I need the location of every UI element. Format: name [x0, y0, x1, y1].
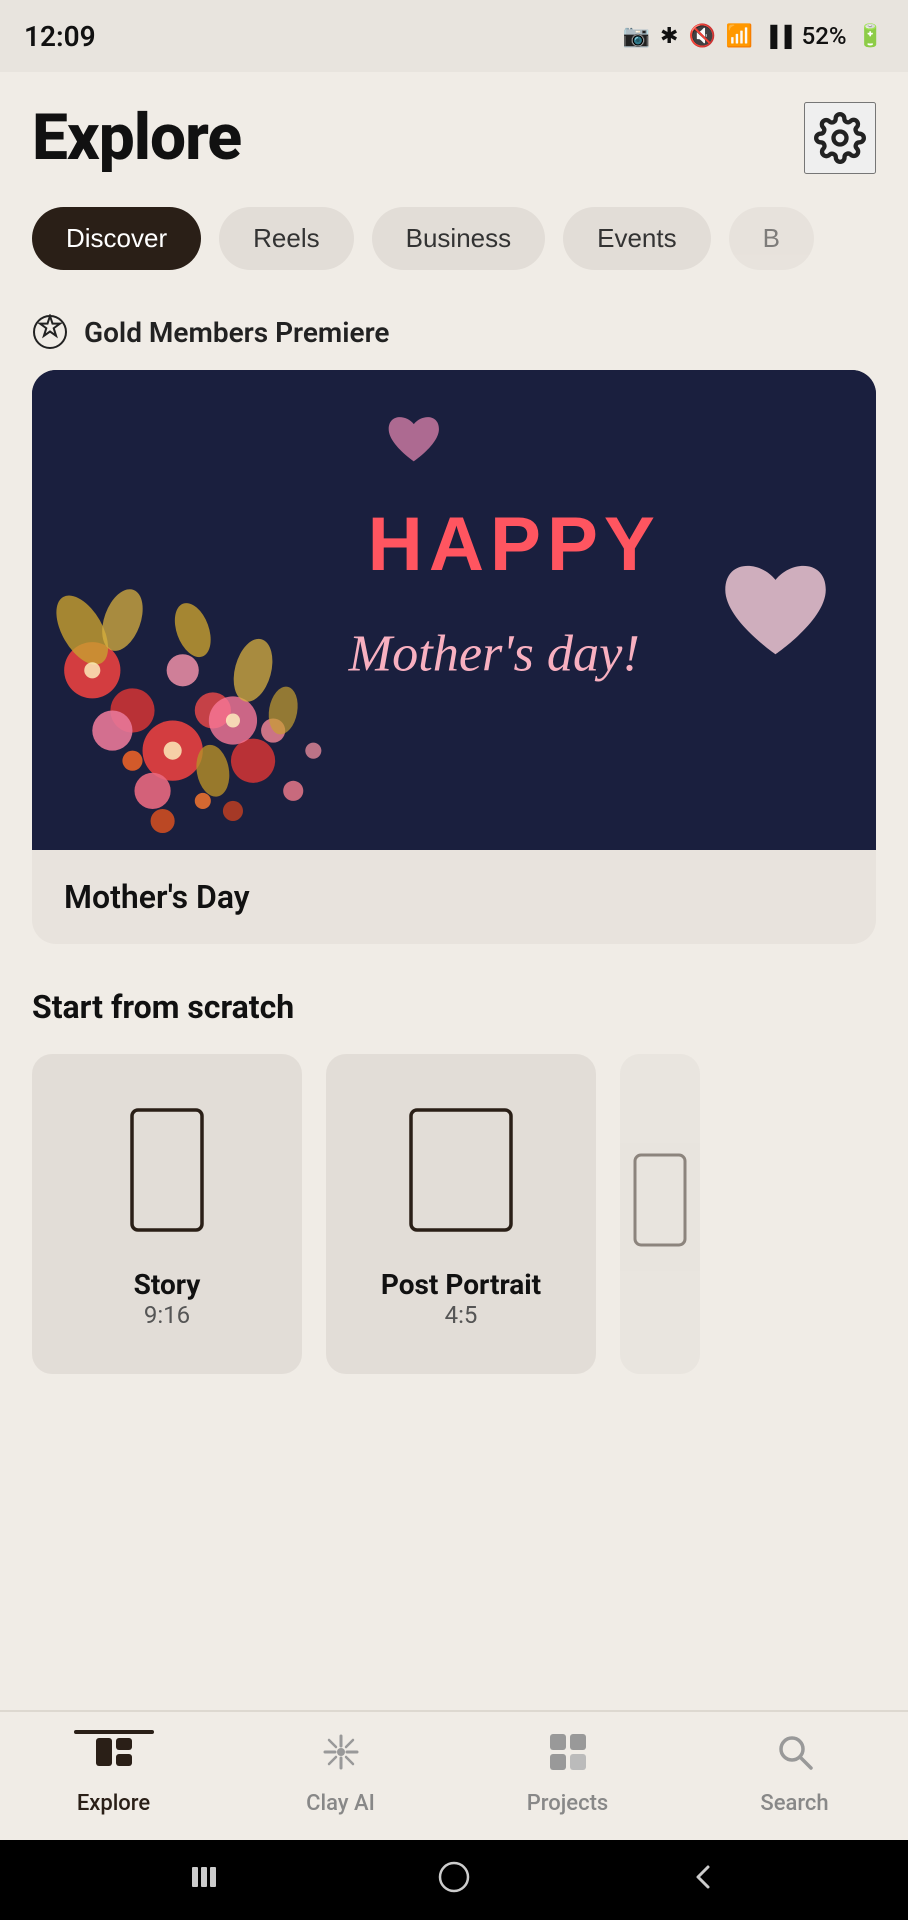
explore-nav-label: Explore — [77, 1791, 150, 1816]
tab-business[interactable]: Business — [372, 207, 546, 270]
projects-nav-label: Projects — [527, 1791, 608, 1816]
svg-text:HAPPY: HAPPY — [368, 502, 661, 587]
more-card-icon — [630, 1150, 690, 1254]
spacer — [0, 1542, 908, 1710]
wifi-icon: 📶 — [726, 24, 753, 49]
scratch-card-story[interactable]: Story 9:16 — [32, 1054, 302, 1374]
featured-card[interactable]: HAPPY Mother's day! Mother's Day — [32, 370, 876, 944]
filter-tabs: Discover Reels Business Events B — [32, 207, 876, 270]
scratch-section-title: Start from scratch — [32, 988, 876, 1026]
scratch-card-post-portrait[interactable]: Post Portrait 4:5 — [326, 1054, 596, 1374]
post-portrait-card-ratio: 4:5 — [445, 1301, 478, 1329]
android-back-btn[interactable] — [688, 1861, 720, 1900]
projects-nav-icon — [546, 1730, 590, 1783]
main-content: Explore Discover Reels Business Events B… — [0, 72, 908, 1542]
tab-more[interactable]: B — [729, 207, 814, 270]
tab-events[interactable]: Events — [563, 207, 711, 270]
settings-button[interactable] — [804, 102, 876, 174]
bottom-nav: Explore Clay AI — [0, 1710, 908, 1840]
nav-active-indicator — [74, 1730, 154, 1734]
search-icon-svg — [773, 1730, 817, 1774]
clay-ai-icon-svg — [319, 1730, 363, 1774]
featured-image: HAPPY Mother's day! — [32, 370, 876, 850]
mute-icon: 🔇 — [688, 24, 715, 49]
premiere-star-icon — [32, 314, 68, 350]
story-card-ratio: 9:16 — [144, 1301, 190, 1329]
more-icon-svg — [630, 1150, 690, 1250]
tab-reels[interactable]: Reels — [219, 207, 353, 270]
clay-ai-nav-icon — [319, 1730, 363, 1783]
nav-item-search[interactable]: Search — [725, 1730, 865, 1816]
gear-icon — [814, 112, 866, 164]
clay-ai-nav-label: Clay AI — [306, 1791, 375, 1816]
search-nav-label: Search — [760, 1791, 828, 1816]
nav-item-explore[interactable]: Explore — [44, 1730, 184, 1816]
post-portrait-icon-svg — [401, 1100, 521, 1240]
android-back-icon — [688, 1861, 720, 1893]
android-menu-btn[interactable] — [188, 1861, 220, 1900]
projects-icon-svg — [546, 1730, 590, 1774]
featured-card-label: Mother's Day — [32, 850, 876, 944]
story-card-name: Story — [134, 1268, 201, 1301]
explore-nav-icon — [92, 1730, 136, 1783]
mothers-day-svg: HAPPY Mother's day! — [32, 370, 876, 850]
status-icons: 📷 ✱ 🔇 📶 ▐▐ 52% 🔋 — [623, 22, 884, 50]
signal-icon: ▐▐ — [763, 24, 791, 49]
android-menu-icon — [188, 1861, 220, 1893]
explore-icon-svg — [92, 1730, 136, 1774]
story-icon-svg — [117, 1100, 217, 1240]
svg-text:Mother's day!: Mother's day! — [348, 624, 640, 682]
camera-icon: 📷 — [623, 24, 650, 49]
scratch-cards-container: Story 9:16 Post Portrait 4:5 — [32, 1054, 876, 1374]
android-home-btn[interactable] — [436, 1859, 472, 1902]
post-portrait-card-name: Post Portrait — [381, 1268, 541, 1301]
story-card-icon — [117, 1100, 217, 1244]
battery-icon: 🔋 — [857, 24, 884, 49]
premiere-section-label: Gold Members Premiere — [32, 314, 876, 350]
nav-item-projects[interactable]: Projects — [498, 1730, 638, 1816]
tab-discover[interactable]: Discover — [32, 207, 201, 270]
premiere-label: Gold Members Premiere — [84, 316, 389, 349]
status-bar: 12:09 📷 ✱ 🔇 📶 ▐▐ 52% 🔋 — [0, 0, 908, 72]
scratch-card-more[interactable] — [620, 1054, 700, 1374]
battery-indicator: 52% — [802, 22, 847, 50]
android-home-icon — [436, 1859, 472, 1895]
status-time: 12:09 — [24, 20, 96, 53]
post-portrait-card-icon — [401, 1100, 521, 1244]
page-title: Explore — [32, 100, 241, 175]
header: Explore — [32, 100, 876, 175]
bluetooth-icon: ✱ — [660, 24, 678, 49]
nav-item-clay-ai[interactable]: Clay AI — [271, 1730, 411, 1816]
search-nav-icon — [773, 1730, 817, 1783]
android-nav-bar — [0, 1840, 908, 1920]
